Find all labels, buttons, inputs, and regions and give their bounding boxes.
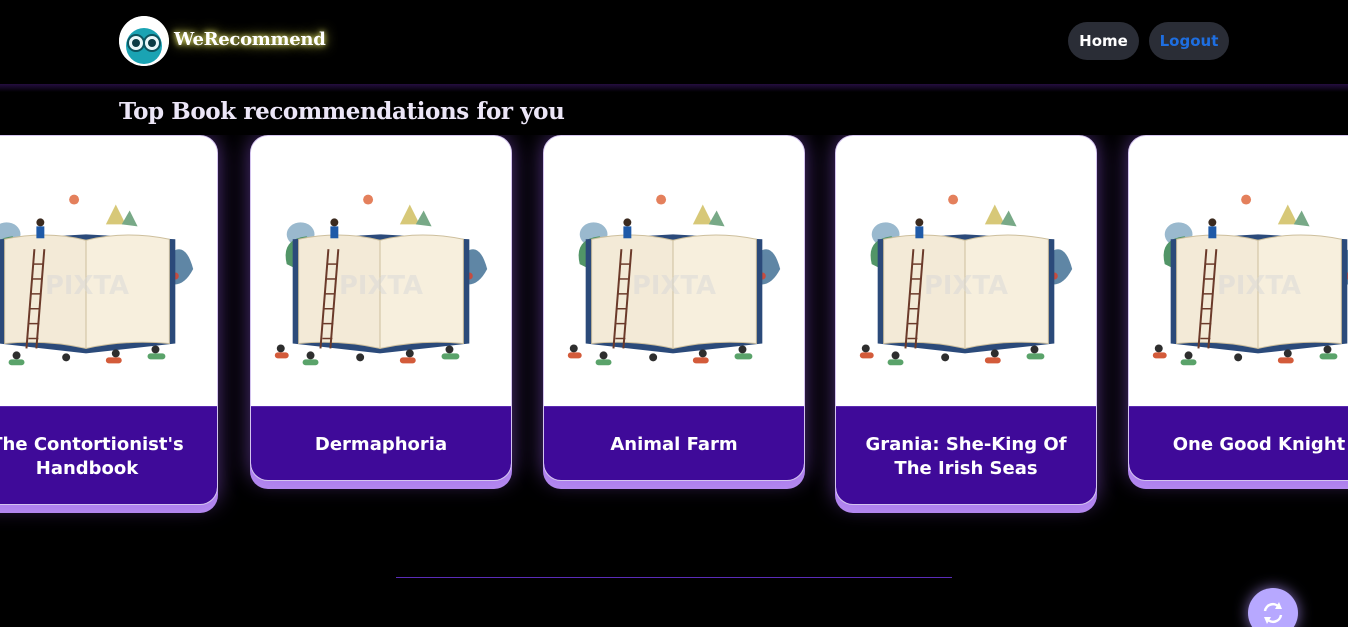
navbar-glow-divider: [0, 84, 1348, 92]
refresh-icon: [1263, 602, 1283, 624]
book-title: One Good Knight: [1129, 406, 1348, 480]
navbar: WeRecommend Home Logout: [0, 0, 1348, 84]
book-cover-illustration-icon: PIXTA: [0, 144, 217, 406]
brand-name[interactable]: WeRecommend: [174, 29, 326, 50]
logout-button[interactable]: Logout: [1149, 22, 1229, 60]
book-card[interactable]: PIXTA Grania: She-King Of The Irish Seas: [835, 135, 1097, 505]
svg-text:PIXTA: PIXTA: [339, 271, 423, 301]
book-carousel[interactable]: PIXTA The Contortionist's Handbook PIXTA…: [0, 135, 1348, 535]
book-cover-illustration-icon: PIXTA: [251, 144, 511, 406]
book-card[interactable]: PIXTA The Contortionist's Handbook: [0, 135, 218, 505]
refresh-button[interactable]: [1248, 588, 1298, 627]
svg-text:PIXTA: PIXTA: [632, 271, 716, 301]
svg-text:PIXTA: PIXTA: [45, 271, 129, 301]
book-cover-illustration-icon: PIXTA: [544, 144, 804, 406]
section-title: Top Book recommendations for you: [119, 98, 565, 125]
book-card[interactable]: PIXTA Animal Farm: [543, 135, 805, 481]
svg-text:PIXTA: PIXTA: [924, 271, 1008, 301]
book-cover-illustration-icon: PIXTA: [836, 144, 1096, 406]
home-button[interactable]: Home: [1068, 22, 1139, 60]
book-title: The Contortionist's Handbook: [0, 406, 217, 504]
owl-logo-icon[interactable]: [119, 16, 169, 66]
book-title: Dermaphoria: [251, 406, 511, 480]
book-cover-illustration-icon: PIXTA: [1129, 144, 1348, 406]
book-card[interactable]: PIXTA One Good Knight: [1128, 135, 1348, 481]
book-title: Animal Farm: [544, 406, 804, 480]
book-card[interactable]: PIXTA Dermaphoria: [250, 135, 512, 481]
book-title: Grania: She-King Of The Irish Seas: [836, 406, 1096, 504]
footer-divider: [396, 577, 952, 578]
svg-text:PIXTA: PIXTA: [1217, 271, 1301, 301]
